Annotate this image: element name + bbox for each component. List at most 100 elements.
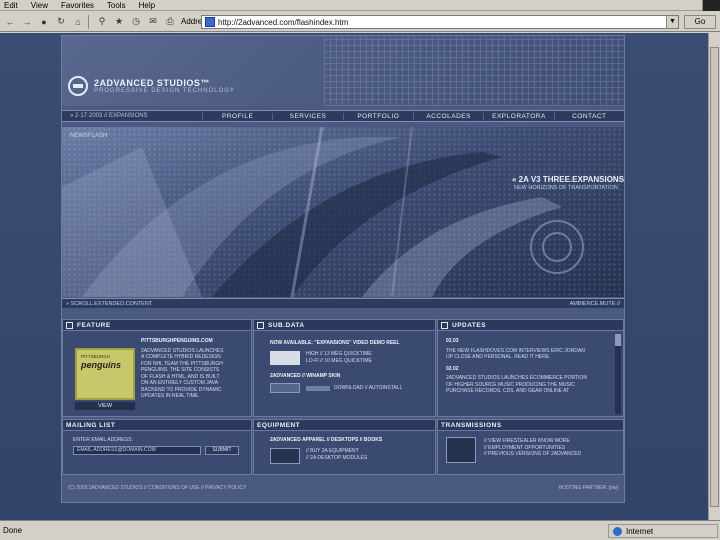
- scroll-thumb[interactable]: [710, 47, 719, 507]
- back-icon[interactable]: ←: [3, 15, 17, 29]
- updates-title: UPDATES: [452, 321, 487, 329]
- logo-emblem-icon: [68, 76, 88, 96]
- feature-panel: FEATURE PITTSBURGH penguins VIEW PITTSBU…: [62, 319, 252, 417]
- forward-icon[interactable]: →: [20, 15, 34, 29]
- mailing-title: MAILING LIST: [66, 421, 116, 429]
- updates-scroll-thumb[interactable]: [615, 334, 621, 346]
- history-icon[interactable]: ◷: [129, 15, 143, 29]
- reel-thumbnail[interactable]: [270, 350, 300, 365]
- update-date: 02.02: [446, 365, 459, 372]
- site-frame: 2ADVANCED STUDIOS™ PROGRESSIVE DESIGN TE…: [61, 35, 625, 503]
- hero-subheading: NEW HORIZONS OF TRANSPORTATION: [514, 185, 618, 191]
- footer-hosting[interactable]: HOSTING PARTNER: [nw]: [558, 485, 618, 491]
- updates-scrollbar[interactable]: [615, 334, 621, 414]
- update-line: PURCHASE RECORDS, CDS, AND GEAR ONLINE A…: [446, 388, 570, 394]
- equipment-thumbnail[interactable]: [270, 448, 300, 464]
- skin-heading: 2ADVANCED // WINAMP SKIN: [270, 372, 341, 379]
- transmissions-title: TRANSMISSIONS: [441, 421, 502, 429]
- updates-panel: UPDATES 02.03 THE NEW FLASHDOVES.COM INT…: [437, 319, 624, 417]
- hero-banner[interactable]: NEWSFLASH « 2A V3 THREE.EXPANSIONS NEW H…: [62, 127, 624, 297]
- panel-icon: [66, 321, 73, 329]
- menu-tools[interactable]: Tools: [103, 1, 135, 10]
- equipment-link[interactable]: // BUY 2A EQUIPMENT: [306, 448, 367, 455]
- nav-profile[interactable]: PROFILE: [202, 112, 272, 120]
- nav-exploratora[interactable]: EXPLORATORA: [483, 112, 553, 120]
- footer-legal[interactable]: (C) 2003 2ADVANCED STUDIOS // CONDITIONS…: [68, 485, 246, 491]
- feature-body-line: PENGUINS. THE SITE CONSISTS: [141, 367, 220, 373]
- download-bar-icon: [306, 385, 330, 391]
- nav-accolades[interactable]: ACCOLADES: [412, 112, 483, 120]
- equipment-panel: EQUIPMENT 2ADVANCED APPAREL // DESKTOPS …: [253, 419, 436, 475]
- scroll-content-link[interactable]: » SCROLL.EXTENDED.CONTENT: [66, 301, 152, 307]
- hero-artwork: [62, 127, 584, 297]
- penguins-logo: penguins: [81, 360, 121, 370]
- windows-logo-icon: [702, 0, 720, 11]
- subdata-panel: SUB.DATA NOW AVAILABLE: "EXPANSIONS" VID…: [253, 319, 436, 417]
- nav-services[interactable]: SERVICES: [272, 112, 342, 120]
- panel-icon: [257, 321, 264, 329]
- update-line: 2ADVANCED STUDIOS LAUNCHES ECOMMERCE POR…: [446, 375, 587, 381]
- page-viewport: 2ADVANCED STUDIOS™ PROGRESSIVE DESIGN TE…: [0, 33, 708, 520]
- print-icon[interactable]: ⎙: [163, 15, 177, 29]
- stop-icon[interactable]: ●: [37, 15, 51, 29]
- status-text: Done: [3, 526, 23, 535]
- page-scrollbar[interactable]: [708, 33, 720, 520]
- equipment-link[interactable]: // 2A DESKTOP MODULES: [306, 455, 367, 462]
- feature-thumbnail[interactable]: PITTSBURGH penguins: [75, 348, 135, 400]
- reel-lofi-link[interactable]: LO-FI // 10 MEG QUICKTIME: [306, 358, 372, 365]
- submit-button[interactable]: SUBMIT: [205, 446, 239, 455]
- browser-toolbar: ← → ● ↻ ⌂ ⚲ ★ ◷ ✉ ⎙ Address http://2adva…: [0, 12, 720, 32]
- nav-portfolio[interactable]: PORTFOLIO: [342, 112, 413, 120]
- chevron-down-icon[interactable]: ▼: [666, 16, 678, 28]
- home-icon[interactable]: ⌂: [71, 15, 85, 29]
- go-button[interactable]: Go: [684, 15, 716, 29]
- skin-download-link[interactable]: DOWNLOAD // AUTOINSTALL: [334, 385, 402, 392]
- email-label: ENTER EMAIL ADDRESS:: [73, 437, 133, 443]
- equipment-heading[interactable]: 2ADVANCED APPAREL // DESKTOPS // BOOKS: [270, 437, 382, 444]
- thumbnail-caption: PITTSBURGH: [81, 354, 111, 359]
- feature-title: FEATURE: [77, 321, 111, 329]
- zone-label: Internet: [626, 526, 654, 536]
- nav-date: » 2·17·2003 // EXPANSIONS: [70, 113, 148, 119]
- reel-high-link[interactable]: HIGH // 13 MEG QUICKTIME: [306, 351, 372, 358]
- hero-headline: « 2A V3 THREE.EXPANSIONS: [512, 175, 624, 184]
- transmissions-thumbnail[interactable]: [446, 437, 476, 463]
- mailing-panel: MAILING LIST ENTER EMAIL ADDRESS: EMAIL.…: [62, 419, 252, 475]
- hero-label: NEWSFLASH: [70, 133, 108, 139]
- panel-icon: [441, 321, 448, 329]
- search-icon[interactable]: ⚲: [95, 15, 109, 29]
- view-button[interactable]: VIEW: [75, 402, 135, 410]
- site-logo[interactable]: 2ADVANCED STUDIOS™ PROGRESSIVE DESIGN TE…: [68, 76, 235, 96]
- address-url[interactable]: http://2advanced.com/flashindex.htm: [218, 18, 348, 27]
- logo-tagline: PROGRESSIVE DESIGN TECHNOLOGY: [94, 88, 235, 94]
- transmission-link[interactable]: // PREVIOUS VERSIONS OF 2ADVANCED: [484, 451, 581, 458]
- menu-view[interactable]: View: [27, 1, 57, 10]
- update-date: 02.03: [446, 338, 459, 344]
- subdata-title: SUB.DATA: [268, 321, 305, 329]
- refresh-icon[interactable]: ↻: [54, 15, 68, 29]
- updates-title-bar: UPDATES: [438, 320, 623, 331]
- menu-help[interactable]: Help: [135, 1, 164, 10]
- email-field[interactable]: EMAIL.ADDRESS@DOMAIN.COM: [73, 446, 201, 455]
- site-footer: (C) 2003 2ADVANCED STUDIOS // CONDITIONS…: [62, 483, 624, 493]
- transmission-link[interactable]: // VIEW FIRESTEALER KNOW MORE: [484, 438, 581, 445]
- menu-favorites[interactable]: Favorites: [57, 1, 103, 10]
- reel-heading: NOW AVAILABLE: "EXPANSIONS" VIDEO DEMO R…: [270, 340, 400, 346]
- feature-heading[interactable]: PITTSBURGHPENGUINS.COM: [141, 338, 223, 345]
- favorites-icon[interactable]: ★: [112, 15, 126, 29]
- nav-contact[interactable]: CONTACT: [553, 112, 624, 120]
- page-icon: [205, 17, 215, 27]
- ambience-mute-link[interactable]: AMBIENCE.MUTE //: [570, 301, 620, 307]
- address-bar[interactable]: http://2advanced.com/flashindex.htm ▼: [201, 15, 679, 29]
- toolbar-divider: [88, 14, 89, 29]
- skin-thumbnail[interactable]: [270, 383, 300, 393]
- mail-icon[interactable]: ✉: [146, 15, 160, 29]
- transmissions-title-bar: TRANSMISSIONS: [438, 420, 623, 431]
- security-zone: Internet: [608, 524, 718, 538]
- menu-edit[interactable]: Edit: [0, 1, 27, 10]
- equipment-title: EQUIPMENT: [257, 421, 301, 429]
- update-line[interactable]: UP CLOSE AND PERSONAL. READ IT HERE.: [446, 354, 587, 361]
- feature-body-line: A COMPLETE HYBRID REDESIGN: [141, 354, 221, 360]
- main-nav: » 2·17·2003 // EXPANSIONS PROFILE SERVIC…: [62, 110, 624, 122]
- header-pattern: [324, 36, 624, 106]
